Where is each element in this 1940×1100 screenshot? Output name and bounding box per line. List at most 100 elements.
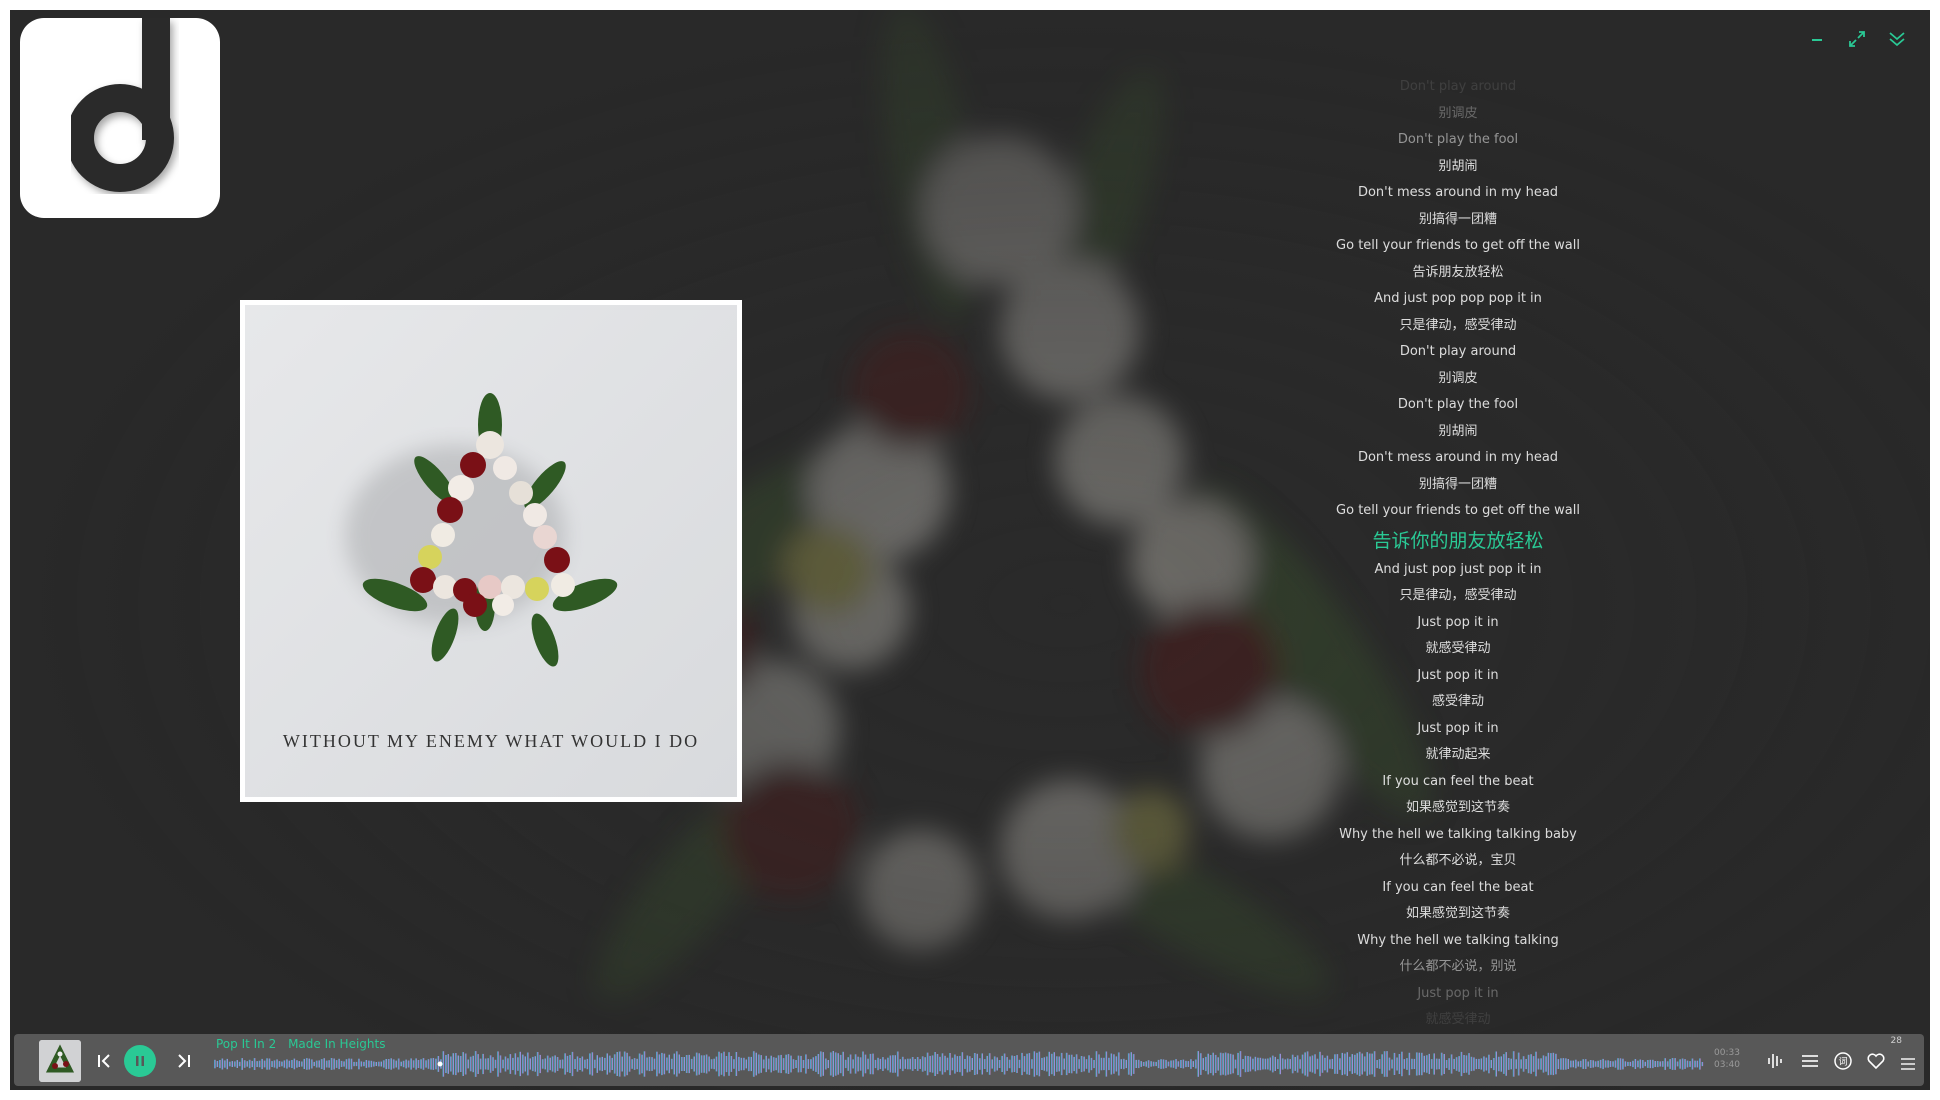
waveform-bar (964, 1059, 966, 1069)
minimize-button[interactable] (1806, 28, 1828, 50)
waveform-bar (740, 1057, 743, 1071)
waveform-bar (800, 1055, 802, 1073)
lyric-line[interactable]: Don't play the fool (1228, 127, 1688, 154)
lyric-line[interactable]: Just pop it in (1228, 981, 1688, 1008)
waveform-bar (355, 1061, 358, 1067)
playlist-button[interactable] (1798, 1049, 1822, 1073)
waveform-bar (1103, 1057, 1105, 1071)
lyric-line[interactable]: 别胡闹 (1228, 419, 1688, 446)
lyric-line[interactable]: If you can feel the beat (1228, 875, 1688, 902)
lyric-line[interactable]: Why the hell we talking talking baby (1228, 822, 1688, 849)
lyric-line[interactable]: Go tell your friends to get off the wall (1228, 233, 1688, 260)
lyric-line[interactable]: Why the hell we talking talking (1228, 928, 1688, 955)
waveform-bar (1363, 1056, 1366, 1072)
waveform-bar (1093, 1060, 1095, 1069)
lyric-line[interactable]: 别胡闹 (1228, 154, 1688, 181)
waveform-bar (782, 1058, 785, 1070)
lyric-line[interactable]: 什么都不必说，宝贝 (1228, 848, 1688, 875)
lyric-line-active[interactable]: 告诉你的朋友放轻松 (1228, 525, 1688, 557)
waveform-bar (1356, 1053, 1358, 1075)
waveform-bar (288, 1060, 291, 1068)
lyric-line[interactable]: 别搞得一团糟 (1228, 472, 1688, 499)
waveform-bar (864, 1054, 867, 1074)
lyric-line[interactable]: 就感受律动 (1228, 1007, 1688, 1034)
waveform-bar (618, 1051, 621, 1077)
mini-album-cover[interactable] (39, 1040, 81, 1082)
waveform-bar (1041, 1057, 1043, 1070)
fullscreen-button[interactable] (1846, 28, 1868, 50)
waveform-bar (1552, 1052, 1555, 1076)
collapse-button[interactable] (1886, 28, 1908, 50)
waveform-bar (1232, 1054, 1234, 1074)
lyric-line[interactable]: 别调皮 (1228, 101, 1688, 128)
lyric-line[interactable]: 就律动起来 (1228, 742, 1688, 769)
lyric-line[interactable]: 如果感觉到这节奏 (1228, 795, 1688, 822)
waveform-bar (1629, 1061, 1632, 1067)
lyric-line[interactable]: Don't mess around in my head (1228, 180, 1688, 207)
waveform-bar (819, 1051, 822, 1077)
lyric-line[interactable]: Don't play around (1228, 339, 1688, 366)
lyric-line[interactable]: 就感受律动 (1228, 636, 1688, 663)
waveform-bar (219, 1060, 221, 1069)
waveform-bar (238, 1061, 241, 1067)
equalizer-button[interactable] (1764, 1049, 1788, 1073)
lyric-line[interactable]: 只是律动，感受律动 (1228, 583, 1688, 610)
waveform-bar (981, 1053, 983, 1075)
lyric-line[interactable]: Don't play around (1228, 74, 1688, 101)
waveform-bar (598, 1057, 601, 1071)
lyric-line[interactable]: And just pop just pop it in (1228, 557, 1688, 584)
waveform-bar (1098, 1054, 1100, 1074)
lyric-line[interactable]: 只是律动，感受律动 (1228, 313, 1688, 340)
lyric-line[interactable]: Don't play the fool (1228, 392, 1688, 419)
lyric-line[interactable]: Just pop it in (1228, 663, 1688, 690)
waveform-bar (859, 1057, 862, 1071)
waveform-bar (954, 1054, 956, 1074)
waveform-bar (792, 1059, 795, 1069)
playhead[interactable] (437, 1061, 443, 1067)
lyric-line[interactable]: And just pop pop pop it in (1228, 286, 1688, 313)
waveform-bar (1560, 1058, 1562, 1070)
menu-button[interactable] (1898, 1054, 1922, 1078)
lyric-line[interactable]: 别搞得一团糟 (1228, 207, 1688, 234)
waveform-bar (380, 1061, 382, 1067)
waveform-bar (834, 1052, 837, 1076)
waveform-bar (1038, 1051, 1041, 1077)
waveform-bar (1157, 1059, 1160, 1069)
favorite-button[interactable] (1864, 1049, 1888, 1073)
lyric-line[interactable]: Just pop it in (1228, 610, 1688, 637)
waveform-bar (1132, 1054, 1135, 1074)
lyric-line[interactable]: If you can feel the beat (1228, 769, 1688, 796)
waveform-bar (1617, 1058, 1619, 1070)
lyric-line[interactable]: Don't mess around in my head (1228, 445, 1688, 472)
waveform-bar (616, 1052, 618, 1076)
lyric-line[interactable]: 告诉朋友放轻松 (1228, 260, 1688, 287)
waveform-bar (1453, 1058, 1455, 1070)
waveform-bar (1187, 1061, 1190, 1067)
lyric-line[interactable]: Go tell your friends to get off the wall (1228, 498, 1688, 525)
lyric-line[interactable]: 感受律动 (1228, 689, 1688, 716)
lyric-line[interactable]: 什么都不必说，别说 (1228, 954, 1688, 981)
next-button[interactable] (172, 1050, 194, 1072)
lyric-line[interactable]: 别调皮 (1228, 366, 1688, 393)
waveform-bar (720, 1053, 723, 1075)
lyrics-panel[interactable]: Don't play around 别调皮 Don't play the fool 别… (1228, 74, 1688, 1034)
waveform-bar (1170, 1060, 1172, 1068)
lyric-line[interactable]: 如果感觉到这节奏 (1228, 901, 1688, 928)
waveform-bar (529, 1058, 531, 1070)
lyrics-toggle-button[interactable]: 词 (1831, 1049, 1855, 1073)
waveform-bar (1125, 1059, 1127, 1069)
waveform-bar (554, 1055, 556, 1073)
waveform-bar (926, 1052, 929, 1076)
waveform-bar (348, 1058, 350, 1070)
pause-button[interactable] (124, 1045, 156, 1077)
waveform-bar (633, 1058, 636, 1070)
waveform-bar (1026, 1053, 1028, 1075)
waveform-bar (1612, 1061, 1614, 1067)
waveform-bar (258, 1060, 261, 1068)
waveform-bar (621, 1056, 623, 1072)
lyric-line[interactable]: Just pop it in (1228, 716, 1688, 743)
waveform-bar (1135, 1059, 1137, 1068)
waveform-bar (1525, 1059, 1527, 1070)
waveform-progress[interactable] (214, 1048, 1704, 1080)
previous-button[interactable] (94, 1050, 116, 1072)
